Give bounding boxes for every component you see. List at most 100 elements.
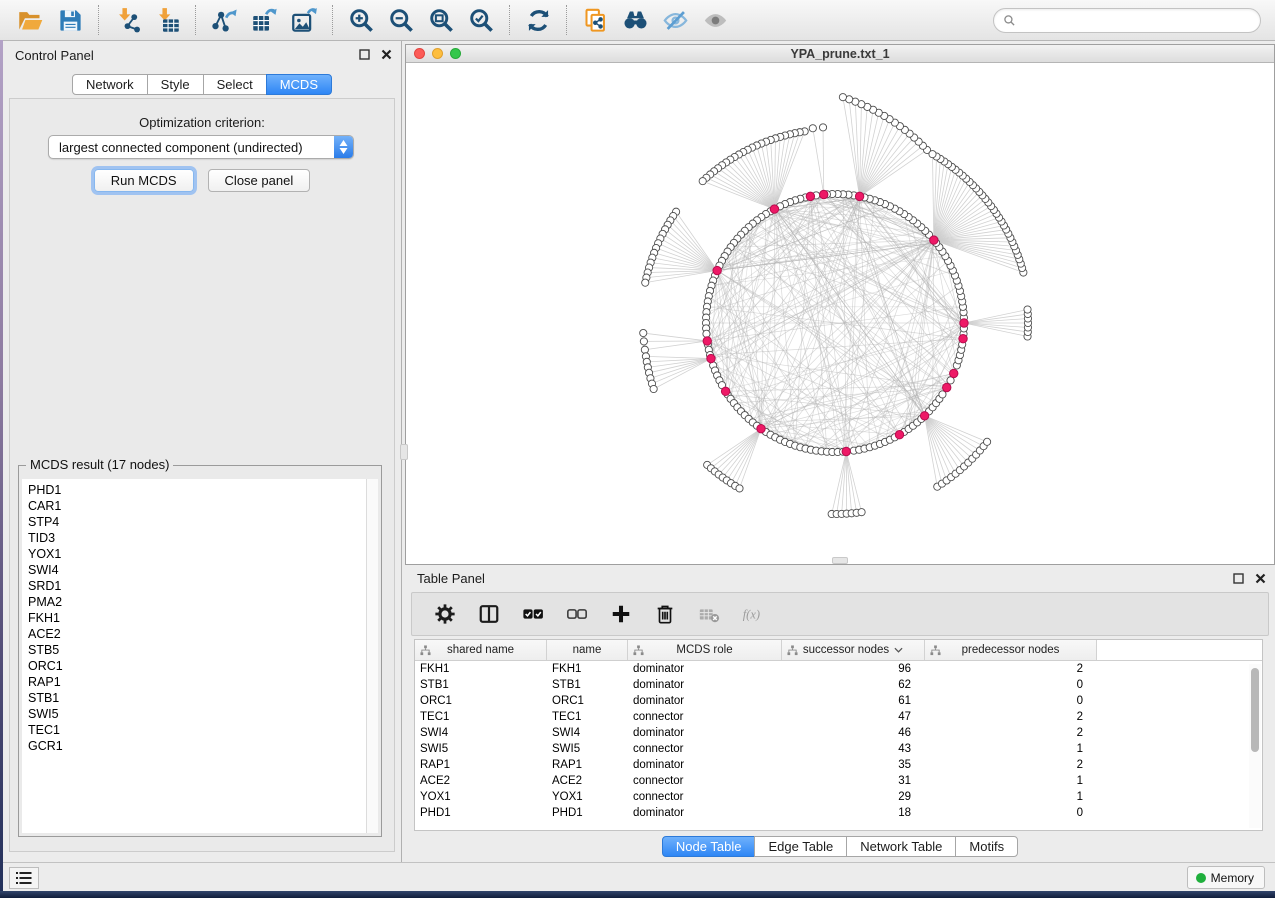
network-canvas[interactable] <box>406 63 1274 564</box>
tab-edge-table[interactable]: Edge Table <box>754 836 847 857</box>
mcds-result-item[interactable]: YOX1 <box>22 546 378 562</box>
cell-mcds-role[interactable]: dominator <box>628 725 782 741</box>
cell-shared-name[interactable]: TEC1 <box>415 709 547 725</box>
cell-predecessor-nodes[interactable]: 2 <box>925 661 1097 677</box>
open-session-icon[interactable] <box>10 3 50 37</box>
table-row[interactable]: SWI5SWI5connector431 <box>415 741 1262 757</box>
network-window-titlebar[interactable]: YPA_prune.txt_1 <box>406 45 1274 63</box>
mcds-list-scrollbar[interactable] <box>366 479 378 833</box>
cell-predecessor-nodes[interactable]: 2 <box>925 725 1097 741</box>
cell-name[interactable]: ORC1 <box>547 693 628 709</box>
cell-successor-nodes[interactable]: 62 <box>782 677 925 693</box>
cell-successor-nodes[interactable]: 35 <box>782 757 925 773</box>
show-all-icon[interactable] <box>695 3 735 37</box>
cell-successor-nodes[interactable]: 18 <box>782 805 925 821</box>
horizontal-splitter-grip[interactable] <box>832 557 848 564</box>
save-session-icon[interactable] <box>50 3 90 37</box>
cell-mcds-role[interactable]: connector <box>628 789 782 805</box>
mcds-result-item[interactable]: CAR1 <box>22 498 378 514</box>
table-scrollbar[interactable] <box>1249 664 1261 828</box>
cell-predecessor-nodes[interactable]: 0 <box>925 693 1097 709</box>
close-window-icon[interactable] <box>414 48 425 59</box>
mcds-result-item[interactable]: TID3 <box>22 530 378 546</box>
cell-predecessor-nodes[interactable]: 0 <box>925 677 1097 693</box>
refresh-icon[interactable] <box>518 3 558 37</box>
import-table-icon[interactable] <box>147 3 187 37</box>
cell-successor-nodes[interactable]: 61 <box>782 693 925 709</box>
cell-predecessor-nodes[interactable]: 0 <box>925 805 1097 821</box>
cell-successor-nodes[interactable]: 96 <box>782 661 925 677</box>
close-panel-icon[interactable] <box>380 48 393 61</box>
cell-mcds-role[interactable]: connector <box>628 773 782 789</box>
table-row[interactable]: FKH1FKH1dominator962 <box>415 661 1262 677</box>
tab-network[interactable]: Network <box>72 74 148 95</box>
tab-motifs[interactable]: Motifs <box>955 836 1018 857</box>
cell-name[interactable]: FKH1 <box>547 661 628 677</box>
cell-mcds-role[interactable]: dominator <box>628 693 782 709</box>
cell-predecessor-nodes[interactable]: 1 <box>925 773 1097 789</box>
add-column-icon[interactable] <box>604 598 638 630</box>
mcds-result-item[interactable]: SWI5 <box>22 706 378 722</box>
cell-mcds-role[interactable]: connector <box>628 741 782 757</box>
mcds-result-item[interactable]: SRD1 <box>22 578 378 594</box>
search-field[interactable] <box>993 8 1261 33</box>
import-network-icon[interactable] <box>107 3 147 37</box>
cell-mcds-role[interactable]: dominator <box>628 757 782 773</box>
float-panel-icon[interactable] <box>358 48 371 61</box>
cell-shared-name[interactable]: SWI5 <box>415 741 547 757</box>
cell-shared-name[interactable]: STB1 <box>415 677 547 693</box>
zoom-in-icon[interactable] <box>341 3 381 37</box>
cell-successor-nodes[interactable]: 43 <box>782 741 925 757</box>
task-history-button[interactable] <box>9 867 39 889</box>
mcds-result-item[interactable]: TEC1 <box>22 722 378 738</box>
zoom-fit-icon[interactable] <box>421 3 461 37</box>
tab-mcds[interactable]: MCDS <box>266 74 332 95</box>
table-settings-icon[interactable] <box>428 598 462 630</box>
cell-successor-nodes[interactable]: 29 <box>782 789 925 805</box>
column-header-mcds-role[interactable]: MCDS role <box>628 640 782 660</box>
zoom-selected-icon[interactable] <box>461 3 501 37</box>
cell-successor-nodes[interactable]: 47 <box>782 709 925 725</box>
cell-shared-name[interactable]: YOX1 <box>415 789 547 805</box>
mcds-result-item[interactable]: ORC1 <box>22 658 378 674</box>
table-row[interactable]: RAP1RAP1dominator352 <box>415 757 1262 773</box>
cell-shared-name[interactable]: ORC1 <box>415 693 547 709</box>
network-graph[interactable] <box>406 63 1274 565</box>
table-row[interactable]: TEC1TEC1connector472 <box>415 709 1262 725</box>
show-columns-icon[interactable] <box>472 598 506 630</box>
cell-name[interactable]: SWI4 <box>547 725 628 741</box>
table-row[interactable]: SWI4SWI4dominator462 <box>415 725 1262 741</box>
cell-name[interactable]: SWI5 <box>547 741 628 757</box>
tab-select[interactable]: Select <box>203 74 267 95</box>
mcds-result-item[interactable]: SWI4 <box>22 562 378 578</box>
cell-predecessor-nodes[interactable]: 2 <box>925 709 1097 725</box>
mcds-result-list[interactable]: PHD1CAR1STP4TID3YOX1SWI4SRD1PMA2FKH1ACE2… <box>22 479 378 833</box>
search-input[interactable] <box>1022 11 1260 31</box>
table-scrollbar-thumb[interactable] <box>1251 668 1259 752</box>
column-header-name[interactable]: name <box>547 640 628 660</box>
hide-selected-icon[interactable] <box>655 3 695 37</box>
table-row[interactable]: YOX1YOX1connector291 <box>415 789 1262 805</box>
close-panel-button[interactable]: Close panel <box>208 169 311 192</box>
table-row[interactable]: STB1STB1dominator620 <box>415 677 1262 693</box>
mcds-result-item[interactable]: PMA2 <box>22 594 378 610</box>
mcds-result-item[interactable]: PHD1 <box>22 482 378 498</box>
cell-predecessor-nodes[interactable]: 1 <box>925 789 1097 805</box>
mcds-result-item[interactable]: RAP1 <box>22 674 378 690</box>
run-mcds-button[interactable]: Run MCDS <box>94 169 194 192</box>
float-table-panel-icon[interactable] <box>1232 572 1245 585</box>
cell-name[interactable]: TEC1 <box>547 709 628 725</box>
cell-predecessor-nodes[interactable]: 1 <box>925 741 1097 757</box>
mcds-result-item[interactable]: ACE2 <box>22 626 378 642</box>
table-row[interactable]: PHD1PHD1dominator180 <box>415 805 1262 821</box>
tab-network-table[interactable]: Network Table <box>846 836 956 857</box>
cell-shared-name[interactable]: PHD1 <box>415 805 547 821</box>
table-row[interactable]: ORC1ORC1dominator610 <box>415 693 1262 709</box>
mcds-result-item[interactable]: FKH1 <box>22 610 378 626</box>
cell-mcds-role[interactable]: dominator <box>628 677 782 693</box>
clone-network-icon[interactable] <box>575 3 615 37</box>
vertical-splitter-grip[interactable] <box>400 444 408 460</box>
column-header-successor-nodes[interactable]: successor nodes <box>782 640 925 660</box>
export-network-icon[interactable] <box>204 3 244 37</box>
cell-name[interactable]: ACE2 <box>547 773 628 789</box>
